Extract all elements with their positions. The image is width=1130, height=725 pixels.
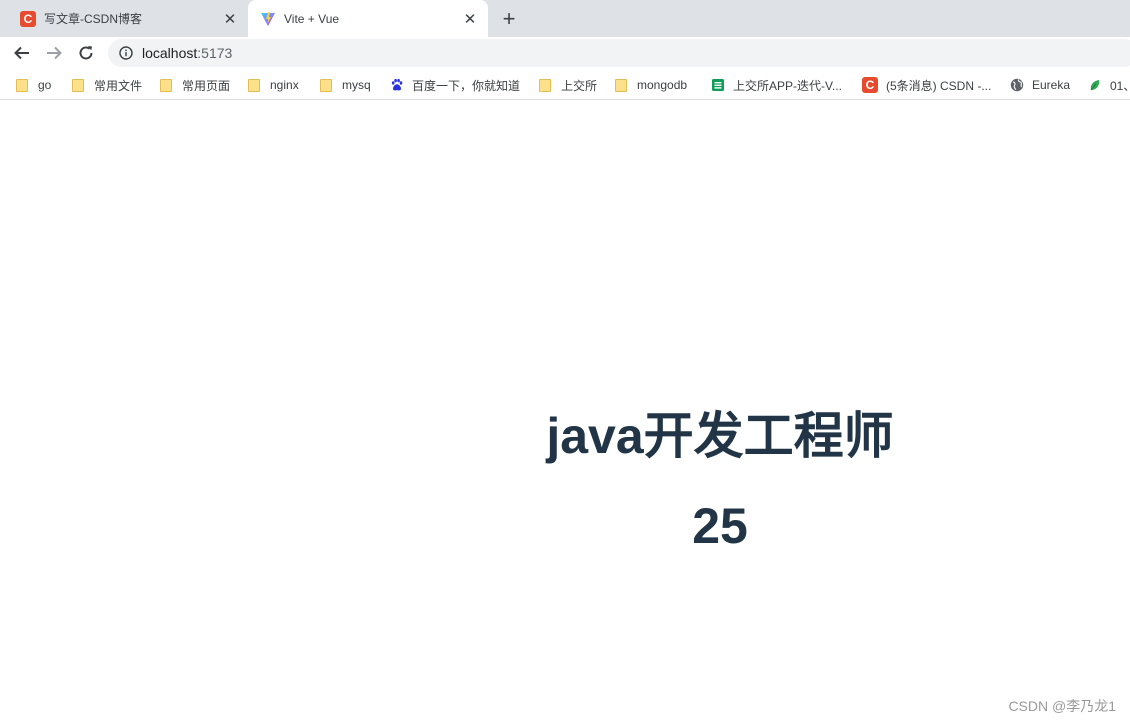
new-tab-button[interactable]: + bbox=[496, 6, 522, 32]
forward-button[interactable] bbox=[42, 41, 66, 65]
sheets-icon bbox=[712, 79, 724, 91]
folder-icon bbox=[615, 78, 627, 92]
bookmark-go[interactable]: go bbox=[16, 76, 51, 94]
tab-vite-vue[interactable]: Vite + Vue ✕ bbox=[248, 0, 488, 37]
bookmark-common-files[interactable]: 常用文件 bbox=[72, 76, 142, 94]
url-text[interactable]: localhost:5173 bbox=[142, 45, 232, 61]
page-viewport: java开发工程师 25 CSDN @李乃龙1 bbox=[0, 101, 1130, 725]
tab-title: Vite + Vue bbox=[284, 11, 340, 26]
csdn-watermark: CSDN @李乃龙1 bbox=[1008, 698, 1116, 714]
reload-button[interactable] bbox=[74, 41, 98, 65]
age-heading: 25 bbox=[692, 498, 748, 554]
bookmark-mongodb[interactable]: mongodb bbox=[615, 76, 687, 94]
globe-icon bbox=[1010, 78, 1024, 92]
folder-icon bbox=[248, 78, 260, 92]
folder-icon bbox=[72, 78, 84, 92]
folder-icon bbox=[539, 78, 551, 92]
close-icon[interactable]: ✕ bbox=[460, 9, 480, 29]
csdn-icon: C bbox=[862, 77, 878, 93]
bookmark-common-pages[interactable]: 常用页面 bbox=[160, 76, 230, 94]
bookmark-sse-app[interactable]: 上交所APP-迭代-V... bbox=[711, 76, 842, 94]
folder-icon bbox=[320, 78, 332, 92]
bookmark-nginx[interactable]: nginx bbox=[248, 76, 299, 94]
browser-window: C 写文章-CSDN博客 ✕ Vite + Vue ✕ + localhost:… bbox=[0, 0, 1130, 725]
bookmark-baidu[interactable]: 百度一下，你就知道 bbox=[390, 76, 520, 94]
tab-strip: C 写文章-CSDN博客 ✕ Vite + Vue ✕ + bbox=[0, 0, 1130, 37]
bookmark-csdn[interactable]: C (5条消息) CSDN -... bbox=[862, 76, 991, 94]
browser-toolbar: localhost:5173 bbox=[0, 37, 1130, 69]
leaf-icon bbox=[1090, 80, 1100, 91]
reload-icon bbox=[79, 46, 93, 60]
close-icon[interactable]: ✕ bbox=[220, 9, 240, 29]
bookmark-01[interactable]: 01、 bbox=[1088, 76, 1130, 94]
folder-icon bbox=[160, 78, 172, 92]
address-bar[interactable]: localhost:5173 bbox=[108, 39, 1130, 67]
tab-csdn[interactable]: C 写文章-CSDN博客 ✕ bbox=[8, 0, 248, 37]
bookmark-sse[interactable]: 上交所 bbox=[539, 76, 597, 94]
arrow-right-icon bbox=[47, 46, 62, 60]
arrow-left-icon bbox=[14, 46, 29, 60]
job-title-heading: java开发工程师 bbox=[546, 408, 894, 464]
baidu-paw-icon bbox=[391, 78, 403, 91]
csdn-icon: C bbox=[20, 10, 36, 27]
info-icon[interactable] bbox=[119, 46, 133, 60]
back-button[interactable] bbox=[10, 41, 34, 65]
vite-icon bbox=[260, 11, 276, 27]
folder-icon bbox=[16, 78, 28, 92]
bookmark-eureka[interactable]: Eureka bbox=[1010, 76, 1070, 94]
bookmark-mysql[interactable]: mysq bbox=[320, 76, 371, 94]
tab-title: 写文章-CSDN博客 bbox=[44, 12, 142, 26]
bookmarks-bar: go 常用文件 常用页面 nginx mysq 百度一下，你就知道 上交所 mo… bbox=[0, 69, 1130, 100]
